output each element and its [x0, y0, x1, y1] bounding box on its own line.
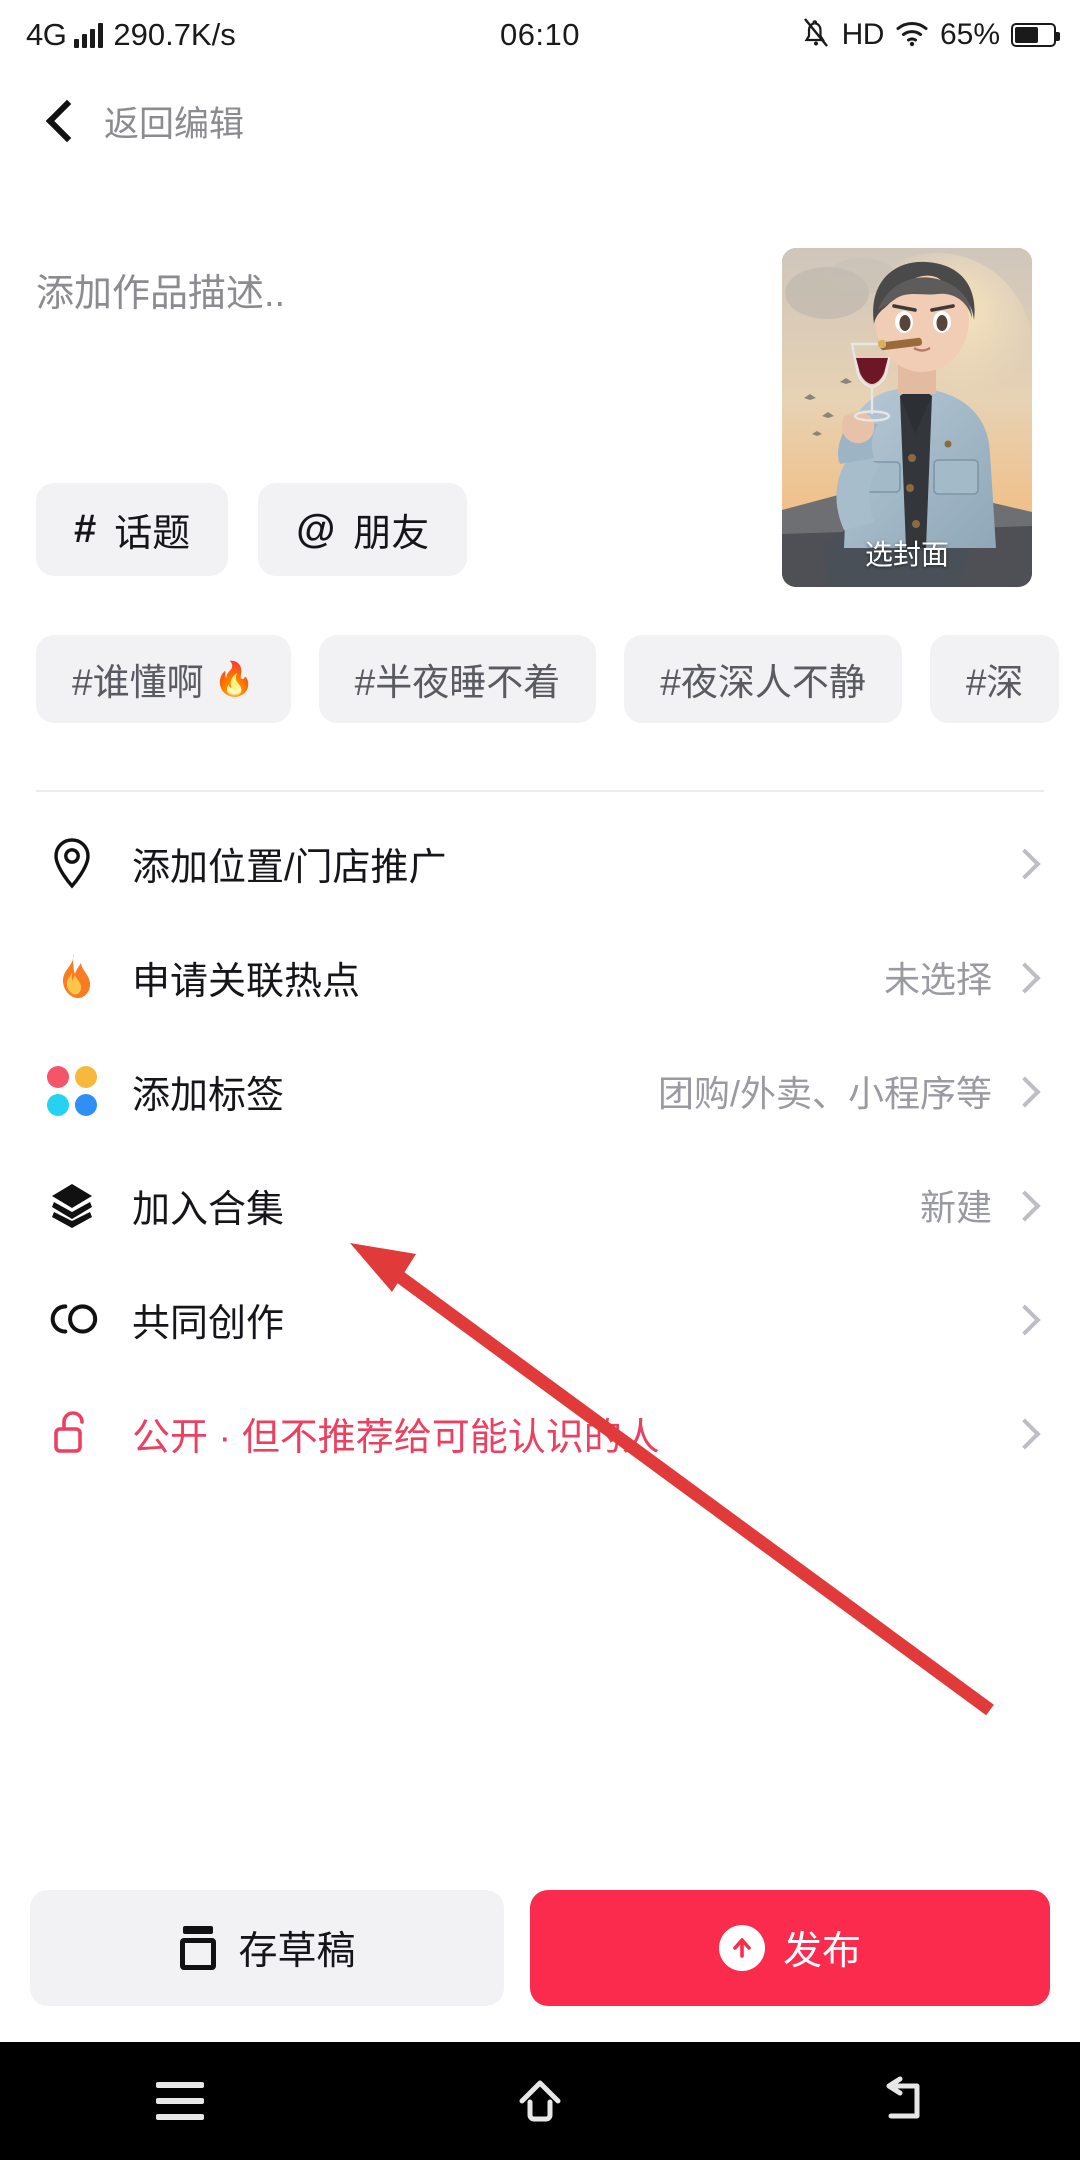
layers-icon [44, 1177, 100, 1233]
back-button[interactable] [840, 2042, 960, 2160]
save-draft-label: 存草稿 [238, 1930, 356, 1973]
chevron-right-icon [1014, 853, 1034, 873]
co-create-icon [44, 1291, 100, 1347]
wifi-icon [895, 19, 929, 52]
flame-icon [44, 949, 100, 1005]
description-input[interactable]: 添加作品描述.. [36, 262, 285, 317]
row-label: 加入合集 [132, 1188, 285, 1231]
bell-muted-icon [801, 16, 831, 54]
options-list: 添加位置/门店推广 申请关联热点 未选择 添加标签 团购/外卖、小程序等 加入合… [0, 806, 1080, 1490]
hashtag-chip[interactable]: #半夜睡不着 [318, 635, 597, 723]
row-label: 添加标签 [132, 1074, 285, 1117]
friend-label: 朋友 [353, 513, 430, 555]
hash-icon: # [74, 507, 97, 551]
four-dots-icon [44, 1063, 100, 1119]
chevron-right-icon [1014, 1081, 1034, 1101]
row-add-tag[interactable]: 添加标签 团购/外卖、小程序等 [0, 1034, 1080, 1148]
row-privacy[interactable]: 公开 · 但不推荐给可能认识的人 [0, 1376, 1080, 1490]
row-value: 团购/外卖、小程序等 [657, 1073, 992, 1114]
friend-button[interactable]: @ 朋友 [258, 483, 468, 576]
flame-icon: 🔥 [213, 659, 255, 697]
row-join-collection[interactable]: 加入合集 新建 [0, 1148, 1080, 1262]
insert-pill-row: # 话题 @ 朋友 [36, 483, 468, 576]
status-bar-right: HD 65% [801, 16, 1060, 54]
unlock-icon [44, 1405, 100, 1461]
android-navigation-bar [0, 2042, 1080, 2160]
chevron-right-icon [1014, 1423, 1034, 1443]
row-label: 添加位置/门店推广 [132, 846, 447, 889]
hashtag-chip-label: #深 [965, 662, 1024, 703]
location-pin-icon [44, 835, 100, 891]
hashtag-chip-label: #夜深人不静 [660, 662, 866, 703]
recents-button[interactable] [120, 2042, 240, 2160]
at-icon: @ [296, 507, 336, 551]
hashtag-chip-label: #半夜睡不着 [354, 662, 561, 703]
cover-select-label: 选封面 [864, 539, 949, 570]
save-draft-button[interactable]: 存草稿 [30, 1890, 504, 2006]
battery-percent-label: 65% [939, 18, 1000, 51]
row-label: 申请关联热点 [132, 960, 361, 1003]
row-label: 公开 · 但不推荐给可能认识的人 [132, 1416, 660, 1459]
publish-button[interactable]: 发布 [530, 1890, 1050, 2006]
phone-screen: 4G 290.7K/s 06:10 HD 65% 返回编辑 添加作品描述.. 选… [0, 0, 1080, 2160]
row-value: 新建 [919, 1187, 992, 1228]
hd-label: HD [841, 18, 885, 51]
row-label: 共同创作 [132, 1302, 285, 1345]
chevron-left-icon[interactable] [44, 104, 78, 138]
chevron-right-icon [1014, 1309, 1034, 1329]
status-bar: 4G 290.7K/s 06:10 HD 65% [0, 0, 1080, 70]
publish-label: 发布 [782, 1930, 861, 1973]
upload-arrow-icon [718, 1925, 765, 1971]
draft-box-icon [178, 1926, 218, 1970]
topic-button[interactable]: # 话题 [36, 483, 229, 576]
hashtag-chip[interactable]: #深 [929, 635, 1060, 723]
home-button[interactable] [480, 2042, 600, 2160]
page-header: 返回编辑 [0, 76, 1080, 166]
row-add-location[interactable]: 添加位置/门店推广 [0, 806, 1080, 920]
back-to-edit-label[interactable]: 返回编辑 [104, 96, 244, 147]
home-icon [519, 2080, 561, 2122]
chevron-right-icon [1014, 1195, 1034, 1215]
suggested-hashtag-row[interactable]: #谁懂啊 🔥 #半夜睡不着 #夜深人不静 #深 [36, 635, 1080, 723]
bottom-action-bar: 存草稿 发布 [0, 1868, 1080, 2028]
battery-icon [1011, 23, 1060, 47]
row-value: 未选择 [883, 959, 992, 1000]
back-arrow-icon [886, 2076, 920, 2119]
section-divider [36, 790, 1044, 792]
hashtag-chip-label: #谁懂啊 [72, 662, 204, 703]
topic-label: 话题 [114, 513, 191, 555]
chevron-right-icon [1014, 967, 1034, 987]
row-link-hotspot[interactable]: 申请关联热点 未选择 [0, 920, 1080, 1034]
row-co-create[interactable]: 共同创作 [0, 1262, 1080, 1376]
menu-icon [156, 2082, 204, 2120]
hashtag-chip[interactable]: #夜深人不静 [624, 635, 902, 723]
cover-thumbnail[interactable]: 选封面 [782, 248, 1032, 587]
hashtag-chip[interactable]: #谁懂啊 🔥 [36, 635, 291, 723]
